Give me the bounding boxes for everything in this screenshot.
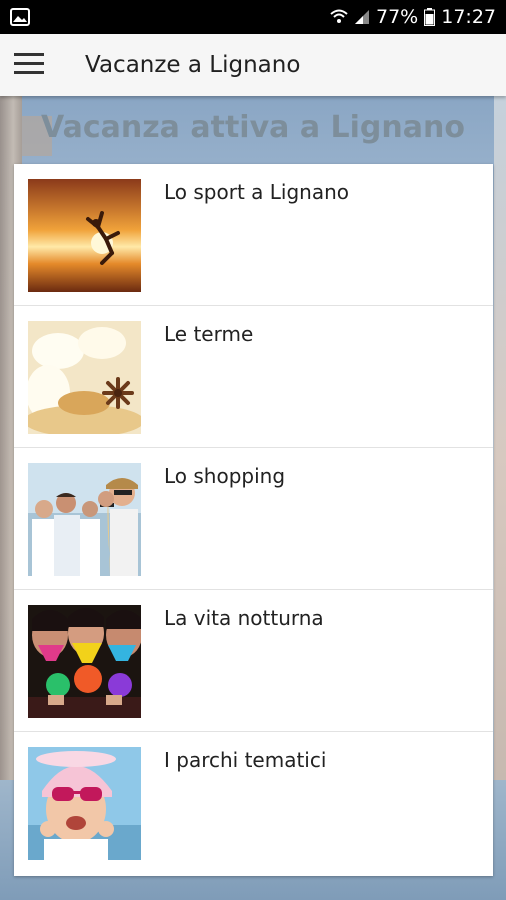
- list-item-nightlife[interactable]: La vita notturna: [14, 590, 493, 732]
- section-title: Vacanza attiva a Lignano: [41, 110, 465, 145]
- sport-thumbnail: [28, 179, 141, 292]
- nightlife-thumbnail: [28, 605, 141, 718]
- list-item-theme-parks[interactable]: I parchi tematici: [14, 732, 493, 874]
- battery-icon: [424, 8, 436, 26]
- shopping-thumbnail: [28, 463, 141, 576]
- clock: 17:27: [441, 6, 496, 28]
- list-item-spa[interactable]: Le terme: [14, 306, 493, 448]
- list-item-shopping[interactable]: Lo shopping: [14, 448, 493, 590]
- menu-button[interactable]: [0, 34, 58, 96]
- activity-list: Lo sport a Lignano Le terme Lo shopping …: [14, 164, 493, 876]
- wifi-icon: [330, 8, 348, 26]
- list-item-label: I parchi tematici: [164, 748, 327, 772]
- gallery-notification-icon: [10, 8, 30, 26]
- content-area[interactable]: Vacanza attiva a Lignano Lo sport a Lign…: [0, 96, 506, 900]
- list-item-label: Lo shopping: [164, 464, 286, 488]
- signal-icon: [354, 9, 370, 25]
- spa-thumbnail: [28, 321, 141, 434]
- theme-parks-thumbnail: [28, 747, 141, 860]
- app-title: Vacanze a Lignano: [85, 52, 301, 78]
- status-bar: 77% 17:27: [0, 0, 506, 34]
- list-item-label: La vita notturna: [164, 606, 324, 630]
- battery-percentage: 77%: [376, 6, 419, 28]
- list-item-sport[interactable]: Lo sport a Lignano: [14, 164, 493, 306]
- list-item-label: Lo sport a Lignano: [164, 180, 350, 204]
- list-item-label: Le terme: [164, 322, 254, 346]
- app-bar: Vacanze a Lignano: [0, 34, 506, 96]
- hamburger-menu-icon: [14, 52, 44, 79]
